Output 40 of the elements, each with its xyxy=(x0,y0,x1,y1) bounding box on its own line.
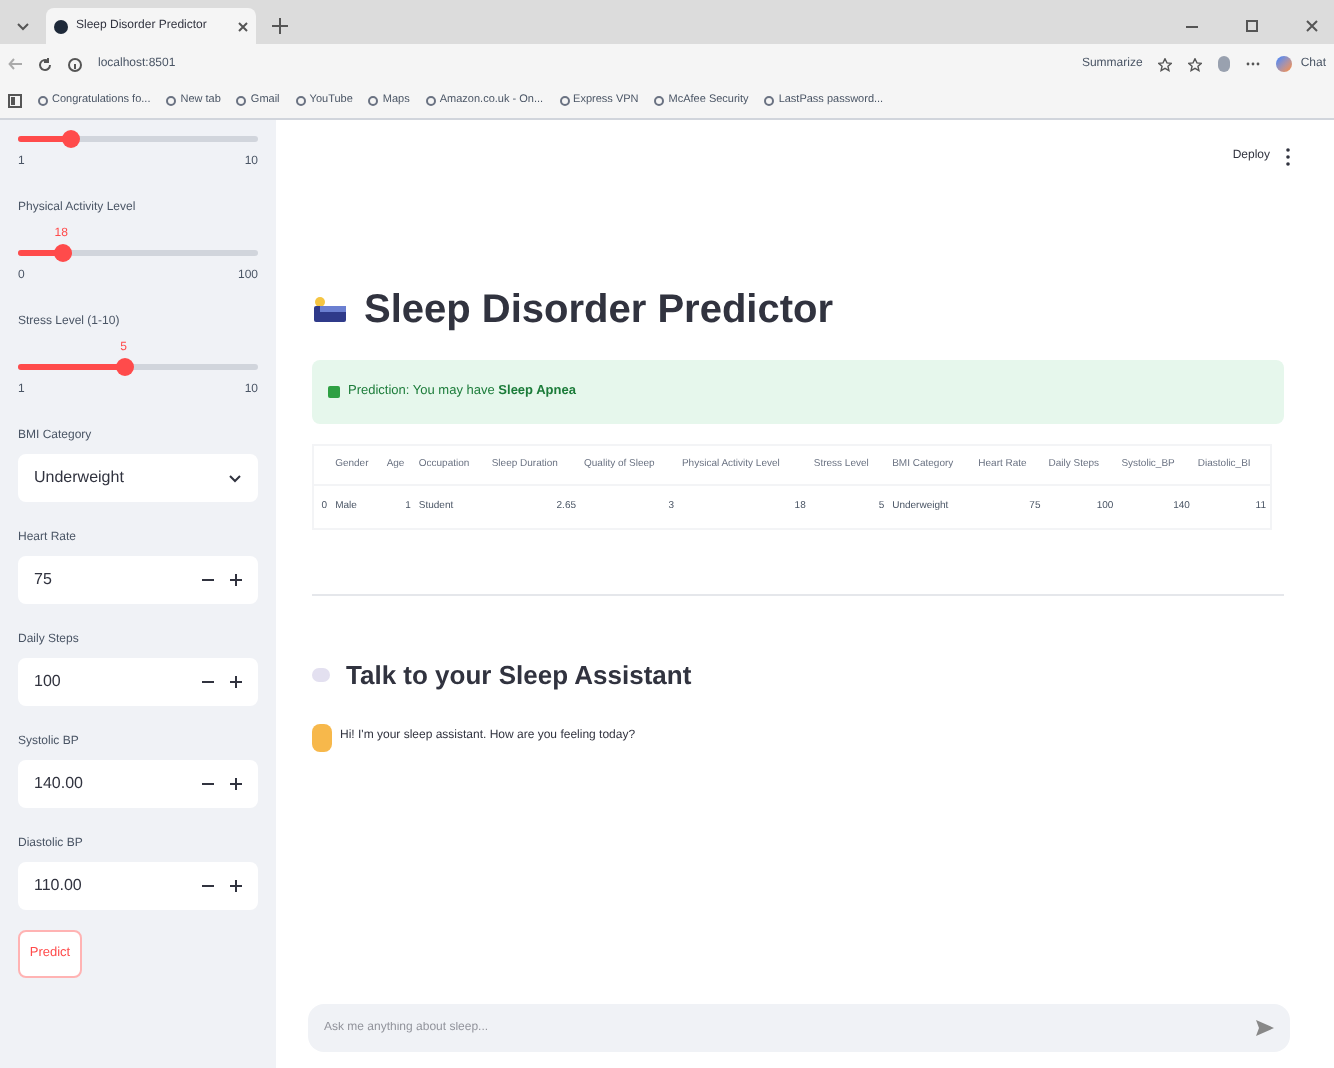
slider-thumb[interactable] xyxy=(115,358,134,376)
minus-icon[interactable] xyxy=(202,778,214,790)
star-icon[interactable] xyxy=(1158,57,1173,71)
slider-thumb[interactable] xyxy=(53,244,72,262)
minus-icon[interactable] xyxy=(202,880,214,892)
send-icon[interactable] xyxy=(1256,1020,1274,1036)
reload-icon[interactable] xyxy=(38,57,52,71)
number-value: 140.00 xyxy=(34,772,85,796)
plus-icon[interactable] xyxy=(230,574,242,586)
bed-icon xyxy=(312,294,348,326)
number-value: 110.00 xyxy=(34,874,84,898)
number-value: 75 xyxy=(34,568,54,592)
number-field[interactable]: 75 xyxy=(18,556,258,604)
plus-icon[interactable] xyxy=(272,18,288,34)
minus-icon[interactable] xyxy=(202,676,214,688)
chevron-down-icon[interactable] xyxy=(16,22,30,32)
number-field[interactable]: 140.00 xyxy=(18,760,258,808)
number-field[interactable]: 100 xyxy=(18,658,258,706)
minus-icon[interactable] xyxy=(202,574,214,586)
plus-icon[interactable] xyxy=(230,880,242,892)
close-icon[interactable] xyxy=(238,21,248,31)
number-value: 100 xyxy=(34,670,63,694)
favicon-icon xyxy=(54,19,68,33)
plus-icon[interactable] xyxy=(230,778,242,790)
star-icon[interactable] xyxy=(1188,57,1203,71)
sidebar-icon[interactable] xyxy=(8,94,22,108)
speech-bubble-icon xyxy=(312,668,330,683)
close-icon[interactable] xyxy=(1306,20,1318,32)
maximize-icon[interactable] xyxy=(1246,20,1258,32)
select-value: Underweight xyxy=(34,466,124,490)
check-icon xyxy=(328,386,340,398)
info-icon[interactable] xyxy=(68,57,82,71)
section-heading: Talk to your Sleep Assistant xyxy=(346,658,692,694)
number-field[interactable]: 110.00 xyxy=(18,862,258,910)
page-title: Sleep Disorder Predictor xyxy=(364,286,834,336)
slider-thumb[interactable] xyxy=(62,130,81,148)
select-field[interactable]: Underweight xyxy=(18,454,258,502)
assistant-avatar-icon xyxy=(312,723,332,751)
chevron-down-icon xyxy=(228,473,242,483)
plus-icon[interactable] xyxy=(230,676,242,688)
